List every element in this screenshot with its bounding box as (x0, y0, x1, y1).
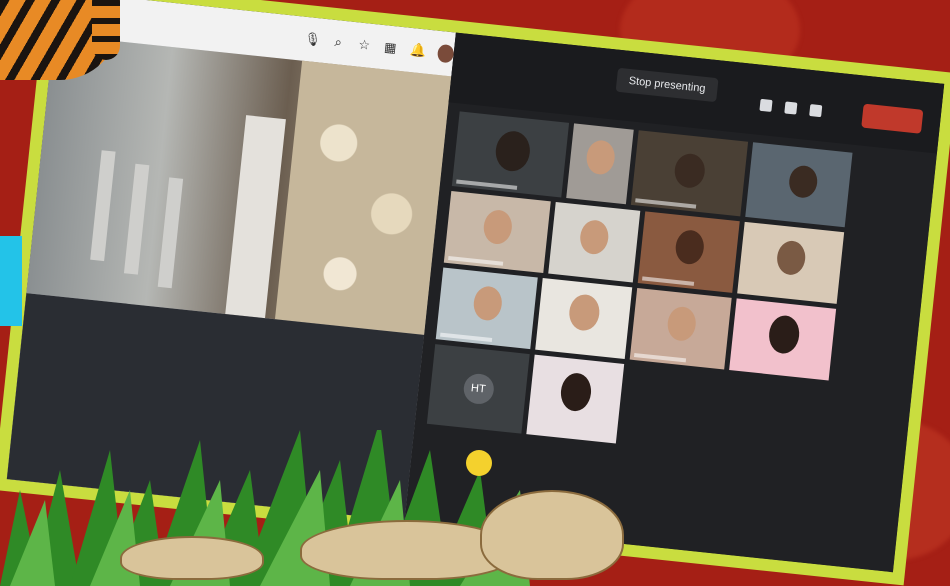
participant-tile[interactable] (745, 142, 853, 228)
participant-tile[interactable] (451, 111, 570, 198)
turnstile-pillar (157, 177, 184, 289)
participant-video (472, 285, 504, 322)
participant-name (448, 256, 504, 266)
participant-video (493, 129, 532, 173)
participant-video (482, 208, 514, 246)
participant-tile[interactable] (566, 123, 634, 205)
cyan-corner-accent (0, 236, 22, 326)
participant-name (633, 353, 687, 363)
participant-tile[interactable] (637, 211, 740, 293)
participant-video (584, 139, 617, 176)
participant-video (666, 305, 698, 343)
participant-tile[interactable] (629, 287, 732, 370)
turnstile-pillar (123, 163, 150, 275)
search-icon[interactable]: ⌕ (332, 34, 345, 50)
participant-tile[interactable] (729, 298, 837, 381)
participant-tile[interactable]: HT (426, 344, 530, 434)
stone-wall (274, 60, 452, 335)
mic-icon[interactable]: 🎙 (304, 31, 322, 48)
sand-rock (480, 490, 624, 580)
stop-presenting-button[interactable]: Stop presenting (615, 67, 719, 103)
participant-video (787, 164, 819, 200)
apps-grid-icon[interactable]: ▦ (383, 39, 397, 55)
participant-video (775, 239, 807, 277)
participant-name (440, 332, 493, 343)
wall-column (225, 115, 286, 319)
leave-button[interactable] (861, 103, 924, 134)
yellow-flower (466, 450, 492, 476)
participant-video (673, 152, 707, 190)
mic-icon[interactable] (784, 101, 798, 115)
participant-tile[interactable] (630, 130, 749, 217)
participant-name (642, 276, 695, 286)
participant-name (456, 179, 517, 190)
participant-tile[interactable] (435, 267, 538, 350)
participant-tile[interactable] (548, 201, 641, 283)
participant-initials: HT (461, 372, 495, 406)
participant-tile[interactable] (535, 278, 633, 360)
bell-icon[interactable]: 🔔 (410, 42, 428, 59)
shared-screen-video (26, 34, 452, 335)
share-screen-icon[interactable] (809, 104, 823, 118)
participant-tile[interactable] (443, 190, 551, 274)
participant-video (674, 228, 706, 266)
camera-icon[interactable] (759, 98, 773, 112)
participant-name (635, 198, 696, 209)
participant-video (578, 218, 610, 256)
participant-tile[interactable] (737, 221, 845, 304)
turnstile-pillar (90, 150, 116, 262)
tiger-tail-graphic (92, 0, 120, 60)
participant-video (767, 314, 802, 356)
star-icon[interactable]: ☆ (357, 37, 371, 53)
participant-video (567, 293, 602, 333)
sand-rock (120, 536, 264, 580)
participant-video (559, 371, 593, 413)
